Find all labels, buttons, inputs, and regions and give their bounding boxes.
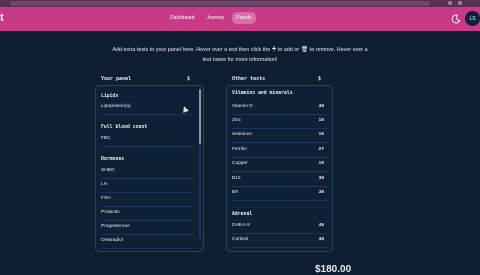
test-name: Selenium bbox=[232, 132, 252, 137]
group-hormones: Hormones bbox=[101, 157, 125, 162]
test-price: 27 bbox=[318, 147, 324, 152]
test-price: 46 bbox=[318, 104, 324, 109]
list-item[interactable]: Oestradiol bbox=[101, 234, 193, 249]
your-panel-heading: Your panel bbox=[101, 76, 132, 82]
browser-menu-icon[interactable] bbox=[448, 1, 452, 5]
list-item[interactable]: Copper 15 bbox=[232, 157, 328, 172]
instructions-text-a: Add extra tests to your panel here. Hove… bbox=[112, 47, 271, 53]
moon-icon[interactable] bbox=[451, 14, 461, 24]
list-item[interactable]: Lipoprotein(a) bbox=[101, 100, 193, 115]
other-tests-heading: Other tests bbox=[232, 76, 266, 82]
list-item[interactable]: LH bbox=[101, 178, 193, 193]
brand-logo[interactable]: t bbox=[0, 12, 4, 24]
list-item[interactable]: Progesterone bbox=[101, 220, 193, 235]
list-item[interactable]: Selenium 15 bbox=[232, 128, 328, 143]
other-tests-list[interactable]: Vitamins and minerals Vitamin D 46 Zinc 15… bbox=[226, 85, 333, 252]
test-price: 36 bbox=[318, 176, 324, 181]
test-name: Ferritin bbox=[232, 147, 247, 152]
test-price: 46 bbox=[318, 237, 324, 242]
test-name: Cortisol bbox=[232, 237, 249, 242]
group-adrenal: Adrenal bbox=[232, 212, 253, 217]
instructions-text-d: test name for more information! bbox=[202, 56, 278, 63]
browser-bar bbox=[0, 0, 480, 7]
other-tests-currency: $ bbox=[318, 76, 322, 82]
group-full-blood-count: Full blood count bbox=[101, 125, 148, 130]
avatar[interactable]: LS bbox=[465, 11, 480, 26]
list-item[interactable]: Vitamin D 46 bbox=[232, 100, 328, 115]
list-item[interactable]: SHBG bbox=[101, 164, 193, 179]
test-name: Copper bbox=[232, 161, 248, 166]
test-price: 15 bbox=[318, 161, 324, 166]
test-name: Zinc bbox=[232, 118, 242, 123]
app-header: t Dashboard Journey Panels LS bbox=[0, 7, 480, 31]
instructions-text-c: to remove. Hover over a bbox=[309, 47, 368, 53]
instructions: Add extra tests to your panel here. Hove… bbox=[60, 44, 420, 65]
nav-dashboard[interactable]: Dashboard bbox=[166, 12, 198, 24]
group-vitamins-minerals: Vitamins and minerals bbox=[232, 91, 293, 96]
test-price: 46 bbox=[318, 223, 324, 228]
list-item[interactable]: DHEA-S 46 bbox=[232, 219, 328, 234]
plus-icon: + bbox=[271, 44, 277, 53]
trash-icon: 🗑 bbox=[300, 47, 309, 53]
test-price: 36 bbox=[318, 190, 324, 195]
browser-profile-icon[interactable] bbox=[458, 1, 462, 5]
group-lipids: Lipids bbox=[101, 94, 119, 99]
list-item[interactable]: Zinc 15 bbox=[232, 114, 328, 129]
nav-journey[interactable]: Journey bbox=[202, 12, 228, 24]
list-item[interactable]: Ferritin 27 bbox=[232, 143, 328, 158]
list-item[interactable]: B12 36 bbox=[232, 172, 328, 187]
nav-panels[interactable]: Panels bbox=[232, 12, 256, 24]
test-name: Vitamin D bbox=[232, 104, 253, 109]
test-price: 15 bbox=[318, 132, 324, 137]
main-nav: Dashboard Journey Panels bbox=[166, 12, 256, 24]
list-item[interactable]: FBC bbox=[101, 132, 193, 147]
list-item[interactable]: FSH bbox=[101, 192, 193, 207]
list-item[interactable]: Prolactin bbox=[101, 206, 193, 221]
test-price: 15 bbox=[318, 118, 324, 123]
list-item[interactable]: Cortisol 46 bbox=[232, 233, 328, 248]
address-bar[interactable] bbox=[10, 1, 430, 6]
instructions-text-b: to add or bbox=[277, 47, 300, 53]
your-panel-currency: $ bbox=[187, 76, 191, 82]
list-item[interactable]: B9 36 bbox=[232, 186, 328, 201]
test-name: B12 bbox=[232, 176, 241, 181]
scrollbar-thumb[interactable] bbox=[199, 89, 201, 144]
test-name: DHEA-S bbox=[232, 223, 251, 228]
test-name: B9 bbox=[232, 190, 238, 195]
